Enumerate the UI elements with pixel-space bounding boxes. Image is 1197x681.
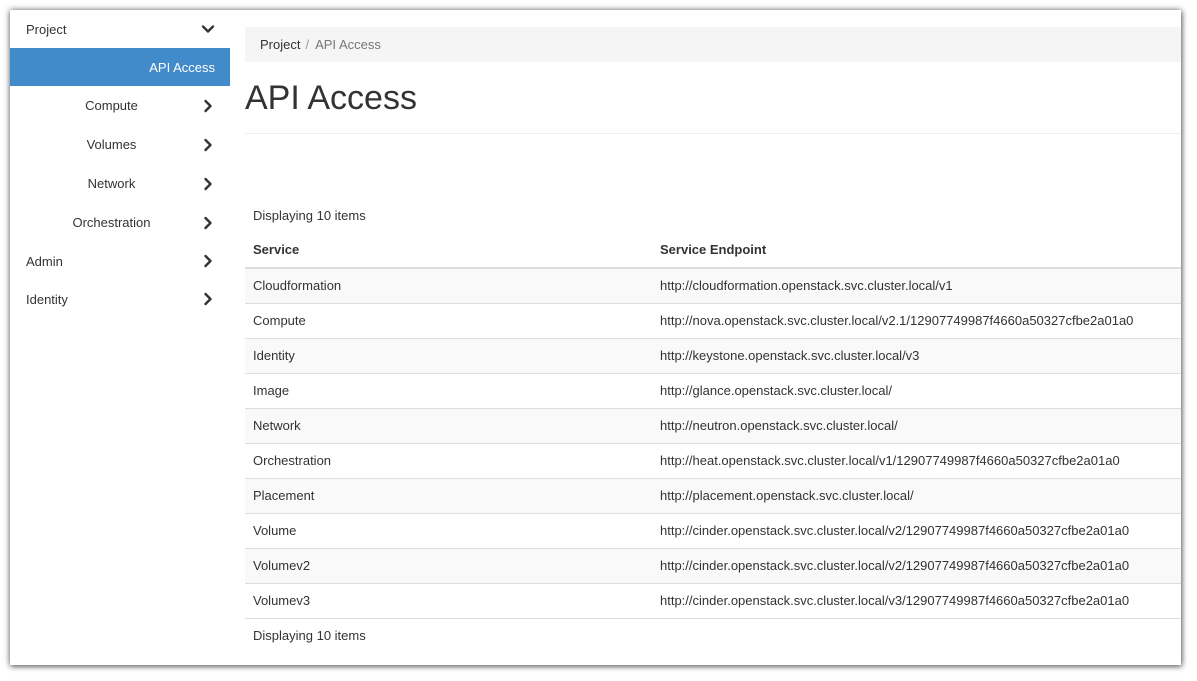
chevron-right-icon: [201, 254, 215, 268]
chevron-right-icon: [201, 138, 215, 152]
sidebar-item-label: Orchestration: [72, 215, 151, 230]
table-row: Image http://glance.openstack.svc.cluste…: [245, 373, 1181, 409]
main-content: Project / API Access API Access Displayi…: [245, 10, 1181, 665]
table-row: Orchestration http://heat.openstack.svc.…: [245, 443, 1181, 479]
sidebar-item-label: Volumes: [86, 137, 137, 152]
service-name-cell: Identity: [245, 338, 652, 374]
chevron-down-icon: [201, 22, 215, 36]
item-count-bottom: Displaying 10 items: [253, 628, 366, 643]
breadcrumb-project-link[interactable]: Project: [260, 37, 300, 52]
table-row: Compute http://nova.openstack.svc.cluste…: [245, 303, 1181, 339]
table-row: Volumev3 http://cinder.openstack.svc.clu…: [245, 583, 1181, 619]
sidebar-item-compute[interactable]: Compute: [10, 86, 230, 125]
page-title: API Access: [245, 79, 417, 117]
sidebar-item-api-access[interactable]: API Access: [10, 48, 230, 86]
title-divider: [245, 133, 1181, 134]
table-row: Network http://neutron.openstack.svc.clu…: [245, 408, 1181, 444]
service-name-cell: Orchestration: [245, 443, 652, 479]
service-name-cell: Volumev3: [245, 583, 652, 619]
service-endpoint-cell: http://cinder.openstack.svc.cluster.loca…: [652, 583, 1181, 619]
chevron-right-icon: [201, 292, 215, 306]
chevron-right-icon: [201, 177, 215, 191]
service-endpoint-cell: http://cinder.openstack.svc.cluster.loca…: [652, 548, 1181, 584]
service-endpoint-cell: http://glance.openstack.svc.cluster.loca…: [652, 373, 1181, 409]
service-endpoint-cell: http://cloudformation.openstack.svc.clus…: [652, 268, 1181, 304]
service-endpoint-cell: http://cinder.openstack.svc.cluster.loca…: [652, 513, 1181, 549]
service-name-cell: Volume: [245, 513, 652, 549]
sidebar-item-orchestration[interactable]: Orchestration: [10, 203, 230, 242]
sidebar: Project API Access Compute Volumes Netwo…: [10, 10, 230, 665]
sidebar-item-label: Project: [26, 21, 67, 37]
service-name-cell: Cloudformation: [245, 268, 652, 304]
app-window: Project API Access Compute Volumes Netwo…: [10, 10, 1181, 665]
service-name-cell: Image: [245, 373, 652, 409]
breadcrumb: Project / API Access: [245, 27, 1181, 62]
sidebar-item-project[interactable]: Project: [10, 10, 230, 48]
breadcrumb-current: API Access: [315, 37, 381, 52]
service-endpoint-cell: http://neutron.openstack.svc.cluster.loc…: [652, 408, 1181, 444]
sidebar-item-label: API Access: [149, 59, 215, 75]
table-row: Volume http://cinder.openstack.svc.clust…: [245, 513, 1181, 549]
service-endpoint-cell: http://nova.openstack.svc.cluster.local/…: [652, 303, 1181, 339]
table-row: Cloudformation http://cloudformation.ope…: [245, 268, 1181, 304]
service-endpoint-cell: http://placement.openstack.svc.cluster.l…: [652, 478, 1181, 514]
table-row: Placement http://placement.openstack.svc…: [245, 478, 1181, 514]
service-name-cell: Placement: [245, 478, 652, 514]
service-name-cell: Compute: [245, 303, 652, 339]
column-header-endpoint: Service Endpoint: [652, 232, 1181, 269]
sidebar-item-network[interactable]: Network: [10, 164, 230, 203]
service-endpoint-cell: http://heat.openstack.svc.cluster.local/…: [652, 443, 1181, 479]
sidebar-item-label: Admin: [26, 253, 63, 269]
table-row: Identity http://keystone.openstack.svc.c…: [245, 338, 1181, 374]
sidebar-item-identity[interactable]: Identity: [10, 280, 230, 318]
table-header-row: Service Service Endpoint: [245, 232, 1181, 269]
sidebar-item-label: Network: [87, 176, 136, 191]
table-row: Volumev2 http://cinder.openstack.svc.clu…: [245, 548, 1181, 584]
chevron-right-icon: [201, 99, 215, 113]
sidebar-item-admin[interactable]: Admin: [10, 242, 230, 280]
sidebar-item-label: Identity: [26, 291, 68, 307]
chevron-right-icon: [201, 216, 215, 230]
service-table: Service Service Endpoint Cloudformation …: [245, 232, 1181, 619]
sidebar-item-volumes[interactable]: Volumes: [10, 125, 230, 164]
column-header-service: Service: [245, 232, 652, 269]
service-name-cell: Volumev2: [245, 548, 652, 584]
service-endpoint-cell: http://keystone.openstack.svc.cluster.lo…: [652, 338, 1181, 374]
sidebar-item-label: Compute: [85, 98, 138, 113]
service-name-cell: Network: [245, 408, 652, 444]
breadcrumb-separator: /: [305, 37, 310, 52]
item-count-top: Displaying 10 items: [253, 208, 366, 223]
